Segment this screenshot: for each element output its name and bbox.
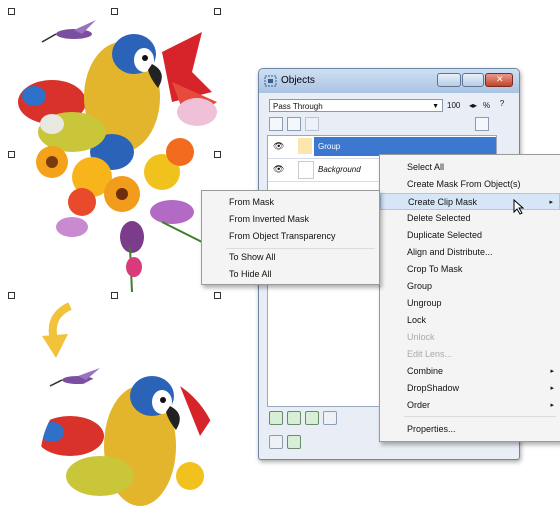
submenu-arrow-icon: ▸: [550, 402, 554, 409]
menu-item-label: Duplicate Selected: [407, 230, 483, 240]
new-layer-icon[interactable]: [287, 117, 301, 131]
menu-item-label: Properties...: [407, 424, 456, 434]
menu-item-create-clip-mask[interactable]: Create Clip Mask ▸: [380, 193, 560, 210]
menu-item-label: Unlock: [407, 332, 435, 342]
menu-item-edit-lens: Edit Lens...: [380, 346, 560, 363]
submenu-item-from-mask[interactable]: From Mask: [202, 194, 379, 211]
layer-name-background: Background: [318, 165, 361, 174]
menu-item-unlock: Unlock: [380, 329, 560, 346]
objects-icon: [264, 75, 277, 87]
menu-item-align-and-distribute[interactable]: Align and Distribute...: [380, 244, 560, 261]
selection-handle-bottom-right[interactable]: [214, 292, 221, 299]
object-properties-icon[interactable]: [475, 117, 489, 131]
side-panel-tab[interactable]: [499, 113, 515, 129]
maximize-button[interactable]: [462, 73, 484, 87]
opacity-slider-icon[interactable]: ◂▸: [469, 101, 477, 110]
menu-item-label: Create Clip Mask: [408, 197, 478, 207]
submenu-arrow-icon: ▸: [550, 385, 554, 392]
menu-item-label: Lock: [407, 315, 427, 325]
new-object-button[interactable]: [269, 435, 283, 449]
submenu-item-from-object-transparency[interactable]: From Object Transparency: [202, 228, 379, 245]
canvas-composition-top[interactable]: [12, 12, 220, 294]
layer-thumbnail: [298, 161, 314, 179]
menu-item-dropshadow[interactable]: DropShadow ▸: [380, 380, 560, 397]
menu-item-lock[interactable]: Lock: [380, 312, 560, 329]
clipped-parrot-artwork: [40, 368, 220, 506]
menu-item-label: Combine: [407, 366, 444, 376]
mask-button-1[interactable]: [269, 411, 283, 425]
clip-mask-submenu: From Mask From Inverted Mask From Object…: [201, 190, 380, 285]
menu-item-ungroup[interactable]: Ungroup: [380, 295, 560, 312]
eye-icon[interactable]: 👁: [273, 141, 284, 152]
menu-item-label: Edit Lens...: [407, 349, 453, 359]
menu-item-label: Align and Distribute...: [407, 247, 493, 257]
selection-handle-top-left[interactable]: [8, 8, 15, 15]
layer-thumbnail: [298, 138, 312, 154]
menu-item-label: Order: [407, 400, 431, 410]
duplicate-icon[interactable]: [305, 117, 319, 131]
layer-name-group: Group: [318, 142, 341, 151]
parrot-flower-artwork: [18, 20, 217, 293]
close-button[interactable]: ✕: [485, 73, 513, 87]
mask-button-3[interactable]: [305, 411, 319, 425]
canvas-composition-clipped[interactable]: [30, 366, 220, 506]
menu-item-label: Ungroup: [407, 298, 442, 308]
window-title: Objects: [281, 75, 315, 86]
menu-item-label: DropShadow: [407, 383, 460, 393]
context-menu: Select All Create Mask From Object(s) Crea…: [379, 154, 560, 442]
window-titlebar[interactable]: Objects ✕: [259, 69, 519, 93]
mouse-cursor-icon: [513, 199, 525, 215]
eye-icon[interactable]: 👁: [273, 164, 284, 175]
menu-divider: [404, 416, 556, 417]
menu-item-order[interactable]: Order ▸: [380, 397, 560, 414]
menu-item-group[interactable]: Group: [380, 278, 560, 295]
delete-object-button[interactable]: [287, 435, 301, 449]
menu-item-duplicate-selected[interactable]: Duplicate Selected: [380, 227, 560, 244]
submenu-item-to-show-all[interactable]: To Show All: [202, 249, 379, 266]
help-icon[interactable]: ?: [495, 97, 509, 111]
menu-item-select-all[interactable]: Select All: [380, 159, 560, 176]
close-icon: ✕: [496, 74, 504, 84]
menu-item-label: Delete Selected: [407, 213, 471, 223]
menu-item-label: Group: [407, 281, 433, 291]
submenu-item-to-hide-all[interactable]: To Hide All: [202, 266, 379, 283]
submenu-arrow-icon: ▸: [549, 199, 553, 206]
minimize-button[interactable]: [437, 73, 461, 87]
menu-item-delete-selected[interactable]: Delete Selected: [380, 210, 560, 227]
selection-handle-bottom-left[interactable]: [8, 292, 15, 299]
submenu-arrow-icon: ▸: [550, 368, 554, 375]
blend-mode-value: Pass Through: [273, 102, 323, 111]
selection-handle-bottom-middle[interactable]: [111, 292, 118, 299]
lock-icon[interactable]: [269, 117, 283, 131]
menu-item-crop-to-mask[interactable]: Crop To Mask: [380, 261, 560, 278]
mask-button-4[interactable]: [323, 411, 337, 425]
opacity-unit: %: [483, 101, 491, 110]
menu-item-combine[interactable]: Combine ▸: [380, 363, 560, 380]
opacity-value[interactable]: 100: [447, 101, 460, 110]
selection-handle-top-middle[interactable]: [111, 8, 118, 15]
menu-item-create-mask-from-object-s[interactable]: Create Mask From Object(s): [380, 176, 560, 193]
menu-item-label: Crop To Mask: [407, 264, 463, 274]
submenu-item-from-inverted-mask[interactable]: From Inverted Mask: [202, 211, 379, 228]
menu-item-label: Select All: [407, 162, 445, 172]
selection-handle-top-right[interactable]: [214, 8, 221, 15]
selection-handle-middle-left[interactable]: [8, 151, 15, 158]
curved-down-arrow-icon: [42, 302, 72, 358]
selection-handle-middle-right[interactable]: [214, 151, 221, 158]
mask-button-2[interactable]: [287, 411, 301, 425]
menu-item-properties[interactable]: Properties...: [380, 421, 560, 438]
chevron-down-icon: ▼: [432, 103, 439, 110]
menu-item-label: Create Mask From Object(s): [407, 179, 521, 189]
blend-mode-select[interactable]: Pass Through ▼: [269, 99, 443, 112]
